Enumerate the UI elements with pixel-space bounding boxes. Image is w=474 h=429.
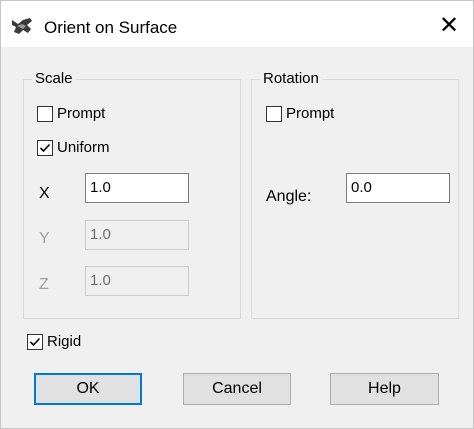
scale-y-input: 1.0 (85, 220, 189, 250)
close-icon[interactable]: ✕ (431, 9, 467, 41)
uniform-checkbox[interactable]: Uniform (37, 139, 110, 156)
scale-x-input[interactable]: 1.0 (85, 173, 189, 203)
rigid-checkbox[interactable]: Rigid (27, 333, 81, 350)
checkmark-icon[interactable] (27, 333, 43, 350)
window-title: Orient on Surface (44, 18, 178, 37)
help-button[interactable]: Help (330, 373, 439, 405)
ok-button[interactable]: OK (34, 373, 142, 405)
rotation-group: Rotation Prompt Angle: 0.0 (251, 70, 459, 319)
scale-group: Scale Prompt Uniform X 1.0 Y 1.0 Z 1.0 (23, 70, 241, 319)
x-label: X (39, 185, 50, 202)
scale-group-title: Scale (32, 70, 76, 87)
scale-prompt-checkbox[interactable]: Prompt (37, 105, 105, 122)
rotation-prompt-label: Prompt (286, 105, 335, 122)
y-label: Y (39, 230, 50, 247)
title-bar[interactable]: Orient on Surface ✕ (1, 1, 473, 47)
scale-z-input: 1.0 (85, 266, 189, 296)
angle-input[interactable]: 0.0 (346, 173, 450, 203)
orient-on-surface-dialog: Orient on Surface ✕ Scale Prompt Uniform… (0, 0, 474, 429)
rotation-group-title: Rotation (260, 70, 322, 87)
cancel-button[interactable]: Cancel (183, 373, 291, 405)
z-label: Z (39, 276, 49, 293)
scale-prompt-label: Prompt (57, 105, 106, 122)
rigid-label: Rigid (47, 333, 82, 350)
checkmark-icon[interactable] (37, 139, 53, 156)
rhino-app-icon (11, 17, 33, 35)
checkbox-box[interactable] (266, 105, 282, 122)
angle-label: Angle: (266, 188, 312, 205)
rotation-prompt-checkbox[interactable]: Prompt (266, 105, 334, 122)
dialog-body: Scale Prompt Uniform X 1.0 Y 1.0 Z 1.0 R… (1, 47, 473, 428)
checkbox-box[interactable] (37, 105, 53, 122)
uniform-label: Uniform (57, 139, 110, 156)
